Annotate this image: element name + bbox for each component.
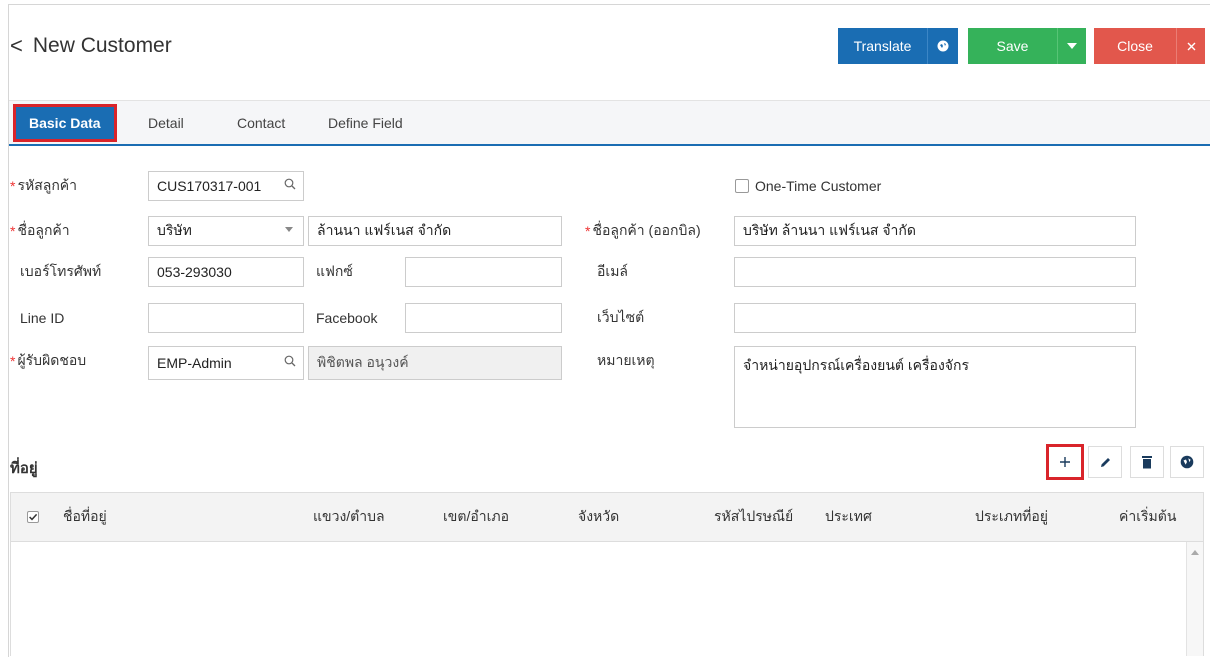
owner-code-field[interactable]: EMP-Admin [148, 346, 304, 380]
save-button[interactable]: Save [968, 28, 1057, 64]
select-all-checkbox[interactable] [27, 493, 39, 541]
back-button[interactable]: < [10, 33, 23, 59]
page-title: New Customer [32, 34, 172, 57]
customer-code-label-text: รหัสลูกค้า [17, 177, 78, 193]
remark-label: หมายเหตุ [597, 352, 655, 368]
owner-name-field: พิชิตพล อนุวงค์ [308, 346, 562, 380]
required-marker: * [10, 353, 16, 369]
pencil-icon [1100, 457, 1110, 467]
globe-icon [937, 40, 949, 52]
column-postal-code[interactable]: รหัสไปรษณีย์ [714, 493, 793, 541]
column-country[interactable]: ประเทศ [825, 493, 872, 541]
phone-value: 053-293030 [157, 264, 232, 280]
address-table-header: ชื่อที่อยู่ แขวง/ตำบล เขต/อำเภอ จังหวัด … [10, 492, 1204, 542]
fax-field[interactable] [405, 257, 562, 287]
tab-define-field[interactable]: Define Field [328, 101, 403, 144]
customer-name-value: ล้านนา แฟร์เนส จำกัด [317, 222, 452, 238]
trash-icon [1142, 456, 1152, 469]
tab-bar: Basic Data Detail Contact Define Field [9, 100, 1210, 146]
address-section-title: ที่อยู่ [10, 460, 38, 477]
fax-label: แฟกซ์ [316, 263, 353, 279]
column-district[interactable]: เขต/อำเภอ [443, 493, 509, 541]
customer-code-value: CUS170317-001 [157, 178, 262, 194]
close-icon [1187, 42, 1195, 50]
close-button[interactable]: Close [1094, 28, 1176, 64]
phone-field[interactable]: 053-293030 [148, 257, 304, 287]
billing-name-field[interactable]: บริษัท ล้านนา แฟร์เนส จำกัด [734, 216, 1136, 246]
edit-address-button[interactable] [1088, 446, 1122, 478]
website-label: เว็บไซต์ [597, 309, 645, 325]
add-address-button[interactable] [1046, 444, 1084, 480]
customer-name-label-text: ชื่อลูกค้า [17, 222, 70, 238]
owner-label-text: ผู้รับผิดชอบ [17, 352, 87, 368]
line-id-field[interactable] [148, 303, 304, 333]
close-x-button[interactable] [1176, 28, 1205, 64]
delete-address-button[interactable] [1130, 446, 1164, 478]
page-header: < New Customer [10, 28, 172, 64]
facebook-field[interactable] [405, 303, 562, 333]
remark-textarea[interactable]: จำหน่ายอุปกรณ์เครื่องยนต์ เครื่องจักร [734, 346, 1136, 428]
email-field[interactable] [734, 257, 1136, 287]
plus-icon [1060, 457, 1070, 467]
remark-value: จำหน่ายอุปกรณ์เครื่องยนต์ เครื่องจักร [743, 357, 969, 373]
column-province[interactable]: จังหวัด [578, 493, 619, 541]
tab-basic-data[interactable]: Basic Data [13, 104, 117, 142]
owner-label: * ผู้รับผิดชอบ [10, 346, 86, 376]
phone-label: เบอร์โทรศัพท์ [20, 263, 102, 279]
column-default[interactable]: ค่าเริ่มต้น [1119, 493, 1176, 541]
customer-type-value: บริษัท [157, 222, 192, 238]
checkbox-box[interactable] [735, 179, 749, 193]
customer-code-label: * รหัสลูกค้า [10, 171, 77, 201]
translate-button[interactable]: Translate [838, 28, 927, 64]
globe-icon [1180, 455, 1194, 469]
required-marker: * [10, 178, 16, 194]
owner-name-value: พิชิตพล อนุวงค์ [317, 354, 409, 370]
email-label: อีเมล์ [597, 263, 629, 279]
column-subdistrict[interactable]: แขวง/ตำบล [313, 493, 385, 541]
customer-type-select[interactable]: บริษัท [148, 216, 304, 246]
vertical-scrollbar[interactable] [1186, 542, 1203, 656]
address-table-body [10, 542, 1204, 656]
translate-language-button[interactable] [927, 28, 958, 64]
one-time-customer-label: One-Time Customer [755, 178, 882, 194]
column-address-name[interactable]: ชื่อที่อยู่ [63, 493, 107, 541]
scroll-up-icon[interactable] [1191, 550, 1199, 555]
billing-name-value: บริษัท ล้านนา แฟร์เนส จำกัด [743, 222, 916, 238]
customer-name-field[interactable]: ล้านนา แฟร์เนส จำกัด [308, 216, 562, 246]
tab-detail[interactable]: Detail [148, 101, 184, 144]
line-id-label: Line ID [20, 310, 65, 326]
owner-code-value: EMP-Admin [157, 355, 232, 371]
one-time-customer-checkbox[interactable]: One-Time Customer [735, 171, 881, 201]
billing-name-label: * ชื่อลูกค้า (ออกบิล) [585, 216, 701, 246]
required-marker: * [585, 223, 591, 239]
search-icon[interactable] [284, 178, 296, 190]
search-icon[interactable] [284, 355, 296, 367]
column-address-type[interactable]: ประเภทที่อยู่ [975, 493, 1048, 541]
chevron-down-icon [285, 227, 293, 232]
required-marker: * [10, 223, 16, 239]
check-icon [27, 511, 39, 523]
caret-down-icon [1067, 43, 1077, 49]
save-dropdown-button[interactable] [1057, 28, 1086, 64]
website-field[interactable] [734, 303, 1136, 333]
facebook-label: Facebook [316, 310, 378, 326]
map-address-button[interactable] [1170, 446, 1204, 478]
customer-code-field[interactable]: CUS170317-001 [148, 171, 304, 201]
tab-contact[interactable]: Contact [237, 101, 285, 144]
customer-name-label: * ชื่อลูกค้า [10, 216, 70, 246]
billing-name-label-text: ชื่อลูกค้า (ออกบิล) [592, 222, 701, 238]
